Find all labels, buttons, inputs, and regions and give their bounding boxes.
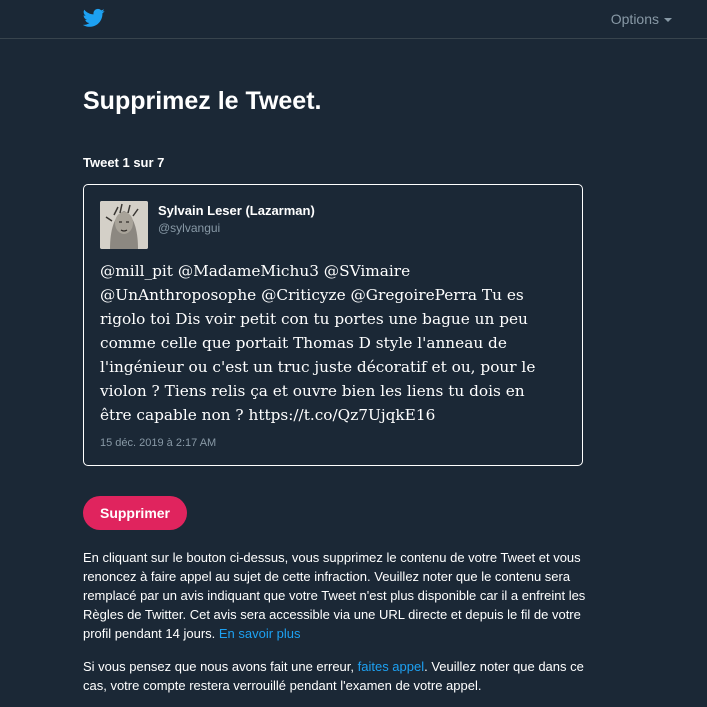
- tweet-author-handle: @sylvangui: [158, 221, 221, 235]
- appeal-text-before: Si vous pensez que nous avons fait une e…: [83, 659, 358, 674]
- twitter-bird-icon[interactable]: [83, 8, 105, 28]
- info-paragraph-appeal: Si vous pensez que nous avons fait une e…: [83, 657, 608, 695]
- options-label[interactable]: Options: [611, 11, 659, 27]
- page-title: Supprimez le Tweet.: [83, 87, 322, 115]
- chevron-down-icon: [664, 18, 672, 22]
- options-menu[interactable]: Options: [611, 11, 672, 27]
- tweet-timestamp: 15 déc. 2019 à 2:17 AM: [100, 437, 217, 449]
- tweet-counter: Tweet 1 sur 7: [83, 155, 165, 170]
- top-nav-bar: Options: [0, 0, 707, 39]
- info-text: En cliquant sur le bouton ci-dessus, vou…: [83, 550, 586, 641]
- delete-button[interactable]: Supprimer: [83, 496, 187, 530]
- learn-more-link[interactable]: En savoir plus: [219, 626, 301, 641]
- appeal-link[interactable]: faites appel: [358, 659, 425, 674]
- info-paragraph-delete: En cliquant sur le bouton ci-dessus, vou…: [83, 548, 608, 643]
- tweet-author-name: Sylvain Leser (Lazarman): [158, 203, 315, 218]
- avatar: [100, 201, 148, 249]
- tweet-text: @mill_pit @MadameMichu3 @SVimaire @UnAnt…: [100, 262, 536, 424]
- tweet-card: Sylvain Leser (Lazarman) @sylvangui @mil…: [83, 184, 583, 466]
